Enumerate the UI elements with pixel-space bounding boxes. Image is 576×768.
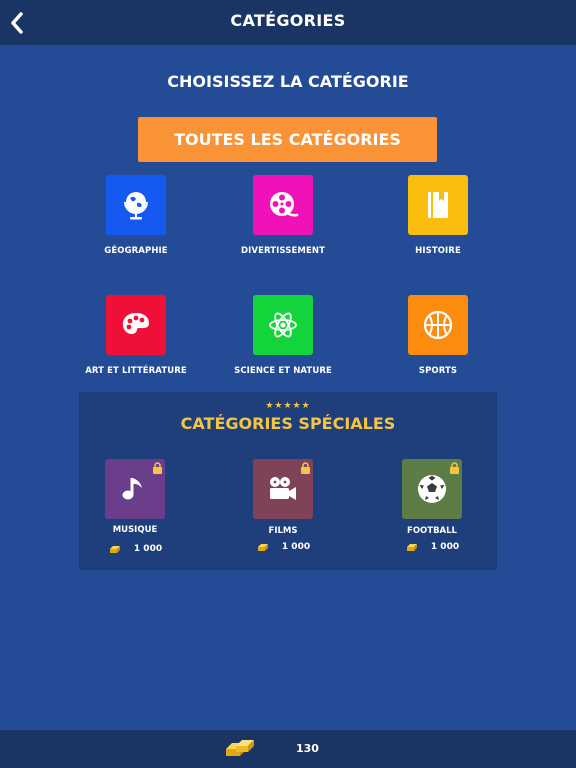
category-label: SCIENCE ET NATURE <box>234 366 332 376</box>
price: 1 000 <box>70 544 200 554</box>
gold-bar-icon <box>257 543 268 551</box>
category-geography[interactable]: GÉOGRAPHIE <box>66 175 206 287</box>
gold-bars-icon <box>226 740 254 756</box>
lock-icon <box>153 462 162 474</box>
category-label: GÉOGRAPHIE <box>104 246 168 256</box>
gold-bar-icon <box>109 545 120 553</box>
category-tile <box>253 295 313 355</box>
lock-icon <box>301 462 310 474</box>
movie-camera-icon <box>270 477 296 500</box>
price: 1 000 <box>367 542 497 552</box>
film-reel-icon <box>270 192 299 217</box>
category-tile <box>408 295 468 355</box>
category-science-nature[interactable]: SCIENCE ET NATURE <box>213 295 353 407</box>
category-tile <box>106 175 166 235</box>
special-category-music[interactable]: MUSIQUE 1 000 <box>70 459 200 569</box>
category-label: DIVERTISSEMENT <box>241 246 325 256</box>
price-value: 1 000 <box>133 544 163 554</box>
palette-icon <box>122 313 149 335</box>
globe-icon <box>124 192 148 220</box>
category-sports[interactable]: SPORTS <box>368 295 508 407</box>
atom-icon <box>269 312 297 338</box>
stars-rating: ★★★★★ <box>265 401 311 411</box>
page-title: CATÉGORIES <box>230 11 346 30</box>
special-category-label: FILMS <box>268 526 298 536</box>
special-category-football[interactable]: FOOTBALL 1 000 <box>367 459 497 569</box>
category-art-literature[interactable]: ART ET LITTÉRATURE <box>66 295 206 407</box>
category-history[interactable]: HISTOIRE <box>368 175 508 287</box>
soccer-ball-icon <box>418 475 446 503</box>
category-entertainment[interactable]: DIVERTISSEMENT <box>213 175 353 287</box>
all-categories-button[interactable]: TOUTES LES CATÉGORIES <box>138 117 437 162</box>
book-icon <box>428 192 448 218</box>
special-categories-panel: ★★★★★ CATÉGORIES SPÉCIALES MUSIQUE 1 000 <box>79 392 497 570</box>
category-label: ART ET LITTÉRATURE <box>85 366 187 376</box>
section-subtitle: CHOISISSEZ LA CATÉGORIE <box>167 72 409 91</box>
category-label: SPORTS <box>418 366 458 376</box>
basketball-icon <box>423 310 453 340</box>
top-bar: CATÉGORIES <box>0 0 576 45</box>
bottom-bar: 130 <box>0 730 576 768</box>
lock-icon <box>450 462 459 474</box>
price-value: 1 000 <box>281 542 311 552</box>
category-label: HISTOIRE <box>415 246 461 256</box>
special-category-label: FOOTBALL <box>407 526 457 536</box>
category-tile <box>408 175 468 235</box>
price: 1 000 <box>218 542 348 552</box>
price-value: 1 000 <box>430 542 460 552</box>
special-category-films[interactable]: FILMS 1 000 <box>218 459 348 569</box>
special-categories-title: CATÉGORIES SPÉCIALES <box>180 414 396 433</box>
gold-bar-icon <box>406 543 417 551</box>
category-tile <box>253 175 313 235</box>
music-note-icon <box>122 478 142 500</box>
category-tile <box>106 295 166 355</box>
coin-balance: 130 <box>296 742 319 755</box>
special-category-label: MUSIQUE <box>112 525 158 535</box>
